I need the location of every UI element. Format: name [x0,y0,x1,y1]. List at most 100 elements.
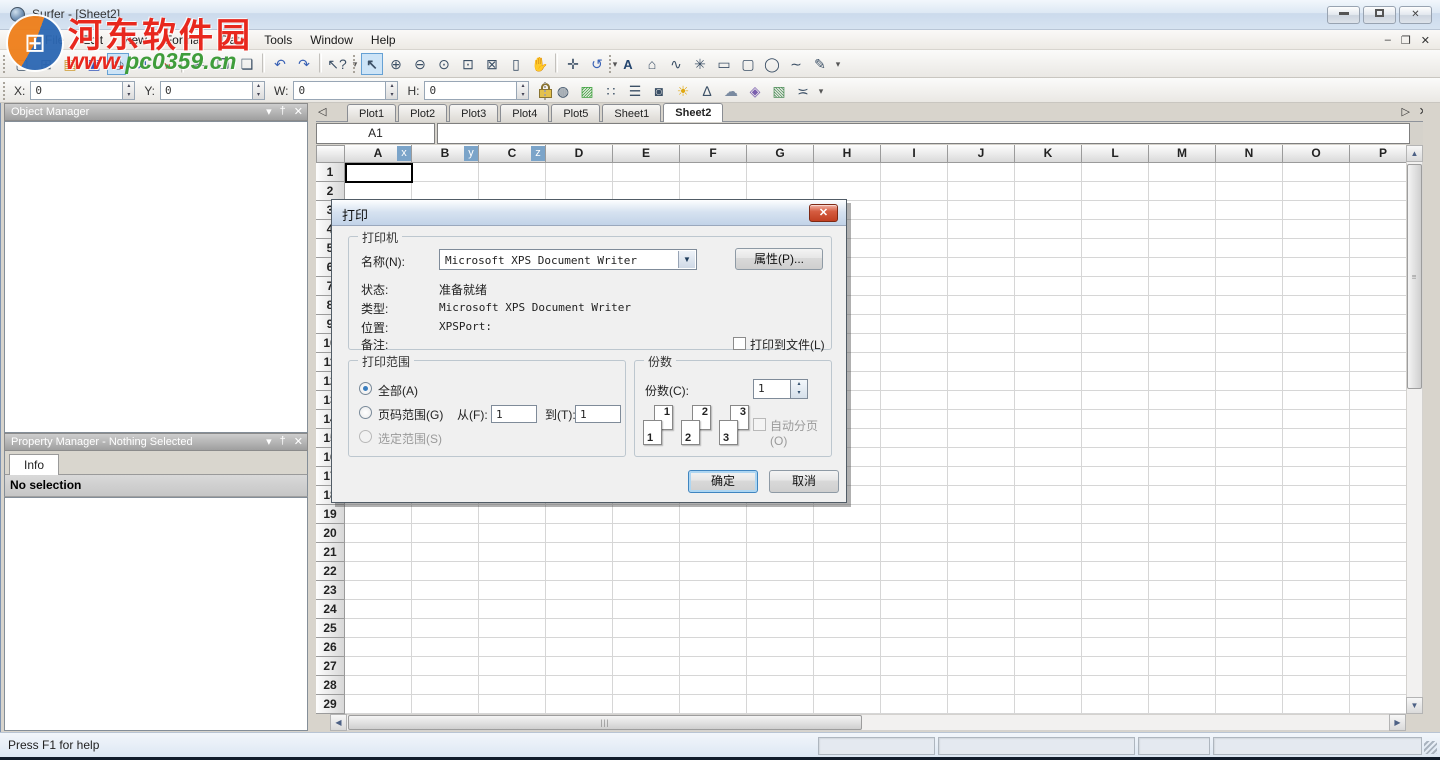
menu-help[interactable]: Help [362,30,405,50]
formula-input[interactable] [437,123,1410,144]
tab-sheet1[interactable]: Sheet1 [602,104,662,122]
column-header[interactable]: N [1216,145,1283,162]
combo-dropdown-icon[interactable]: ▼ [678,251,695,268]
from-input[interactable]: 1 [491,405,537,423]
zoom-out-icon[interactable]: ⊖ [409,53,431,75]
select-all-corner[interactable] [316,145,345,163]
zoom-in-icon[interactable]: ⊕ [385,53,407,75]
zoom-selected-icon[interactable]: ⊠ [481,53,503,75]
toolbar-grip[interactable] [609,55,613,73]
column-header[interactable]: M [1149,145,1216,162]
save-icon[interactable]: ▣ [83,53,105,75]
menu-data[interactable]: Data [212,30,255,50]
column-header[interactable]: L [1082,145,1149,162]
text-tool-icon[interactable]: A [617,53,639,75]
polyline-icon[interactable]: ∿ [665,53,687,75]
maximize-button[interactable] [1363,6,1396,24]
column-header[interactable]: I [881,145,948,162]
column-header[interactable]: G [747,145,814,162]
wireframe-icon[interactable]: ∆ [696,80,718,102]
pan-icon[interactable]: ✋ [529,53,551,75]
print-dialog-titlebar[interactable]: 打印 ✕ [332,200,846,226]
spline-icon[interactable]: ∼ [785,53,807,75]
print-icon[interactable]: ⎙ [107,53,129,75]
tab-scroll-left-icon[interactable]: ◁ [318,105,326,118]
toolbar-grip[interactable] [3,55,7,73]
toolbar-grip[interactable] [544,82,548,100]
digitize-icon[interactable]: ≍ [792,80,814,102]
color-relief-map-icon[interactable]: ▨ [576,80,598,102]
range-all-radio[interactable] [359,382,372,395]
polygon-icon[interactable]: ⌂ [641,53,663,75]
column-header[interactable]: Ax [345,145,412,162]
zoom-realtime-icon[interactable]: ⊙ [433,53,455,75]
tab-plot1[interactable]: Plot1 [347,104,397,122]
rectangle-icon[interactable]: ▭ [713,53,735,75]
panel-menu-icon[interactable]: ▾ [266,435,272,448]
paste-icon[interactable]: ❏ [236,53,258,75]
row-header[interactable]: 22 [316,562,345,581]
cell-name-box[interactable]: A1 [316,123,435,144]
spinner-arrows[interactable]: ▴ ▾ [385,81,399,100]
column-header[interactable]: O [1283,145,1350,162]
tab-plot2[interactable]: Plot2 [398,104,448,122]
toolbar-overflow-icon[interactable]: ▾ [832,53,844,75]
surface-map-icon[interactable]: ◈ [744,80,766,102]
property-manager-content[interactable] [4,497,308,731]
tab-plot4[interactable]: Plot4 [500,104,550,122]
scroll-down-icon[interactable]: ▼ [1406,697,1423,714]
pin-icon[interactable]: † [280,435,286,448]
column-header[interactable]: J [948,145,1015,162]
row-header[interactable]: 25 [316,619,345,638]
new-worksheet-icon[interactable]: ⊞ [35,53,57,75]
active-cell-a1[interactable] [345,163,413,183]
export-plot-icon[interactable]: ↗ [131,53,153,75]
copy-icon[interactable]: ❐ [212,53,234,75]
ok-button[interactable]: 确定 [688,470,758,493]
column-header[interactable]: Cz [479,145,546,162]
contour-map-icon[interactable]: ◍ [552,80,574,102]
spinner-arrows[interactable]: ▴ ▾ [516,81,530,100]
scroll-left-icon[interactable]: ◀ [330,714,347,731]
mdi-close-icon[interactable]: ✕ [1421,34,1430,47]
open-file-icon[interactable]: ▤ [59,53,81,75]
grid-data-icon[interactable]: ☁ [720,80,742,102]
toolbar-grip[interactable] [3,81,7,100]
whats-this-help-icon[interactable]: ↖? [326,53,348,75]
copies-spinner[interactable]: ▴ ▾ [791,379,808,399]
toolbar-overflow-icon[interactable]: ▾ [815,80,827,102]
row-header[interactable]: 29 [316,695,345,714]
column-header[interactable]: K [1015,145,1082,162]
row-header[interactable]: 27 [316,657,345,676]
vertical-scrollbar-thumb[interactable]: ≡ [1407,164,1422,389]
zoom-page-icon[interactable]: ▯ [505,53,527,75]
resize-grip[interactable] [1424,741,1437,754]
to-input[interactable]: 1 [575,405,621,423]
printer-name-select[interactable]: Microsoft XPS Document Writer ▼ [439,249,697,270]
column-header[interactable]: F [680,145,747,162]
tab-plot5[interactable]: Plot5 [551,104,601,122]
menu-file[interactable]: File [36,30,73,50]
center-view-icon[interactable]: ✛ [562,53,584,75]
mdi-restore-icon[interactable]: ❐ [1401,34,1411,47]
scroll-up-icon[interactable]: ▲ [1406,145,1423,162]
row-header[interactable]: 28 [316,676,345,695]
view-undo-icon[interactable]: ↺ [586,53,608,75]
cut-icon[interactable]: ✂ [188,53,210,75]
redo-icon[interactable]: ↷ [293,53,315,75]
rounded-rectangle-icon[interactable]: ▢ [737,53,759,75]
object-manager-header[interactable]: Object Manager ▾ † ✕ [4,103,308,121]
row-header[interactable]: 24 [316,600,345,619]
column-header[interactable]: By [412,145,479,162]
panel-menu-icon[interactable]: ▾ [266,105,272,118]
menu-edit[interactable]: Edit [73,30,112,50]
property-manager-header[interactable]: Property Manager - Nothing Selected ▾ † … [4,433,308,451]
menu-tools[interactable]: Tools [255,30,301,50]
undo-icon[interactable]: ↶ [269,53,291,75]
column-header[interactable]: D [546,145,613,162]
minimize-button[interactable] [1327,6,1360,24]
classed-post-map-icon[interactable]: ☰ [624,80,646,102]
panel-close-icon[interactable]: ✕ [294,435,303,448]
range-pages-radio[interactable] [359,406,372,419]
range-selection-radio[interactable] [359,430,372,443]
